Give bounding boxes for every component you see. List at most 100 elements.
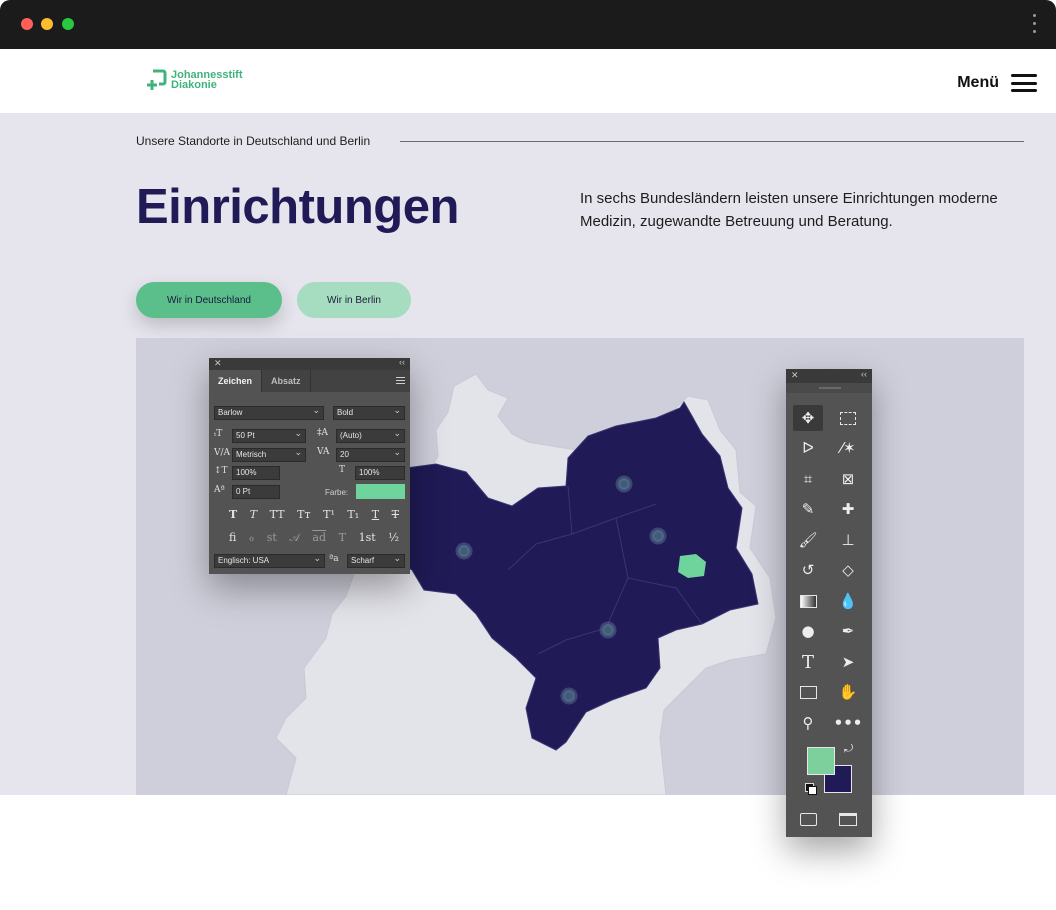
swash-button[interactable]: 𝒜 [289, 531, 299, 545]
tab-absatz[interactable]: Absatz [262, 370, 311, 392]
gradient-icon[interactable] [793, 588, 823, 614]
menu-toggle[interactable]: Menü [957, 74, 1037, 92]
type-icon[interactable]: T [793, 649, 823, 675]
contextual-alternates-button[interactable]: ℴ [249, 531, 254, 545]
ordinals-button[interactable]: 1st [359, 531, 376, 545]
faux-italic-button[interactable]: T [250, 508, 257, 521]
pen-icon[interactable]: ✒ [833, 618, 863, 644]
font-family-select[interactable]: Barlow [214, 406, 324, 420]
more-options-icon[interactable] [1032, 14, 1036, 36]
font-size-field[interactable]: 50 Pt [232, 429, 306, 443]
panel-menu-icon[interactable] [396, 377, 405, 386]
subscript-button[interactable]: T₁ [347, 508, 359, 521]
zoom-icon[interactable]: ⚲ [793, 710, 823, 736]
all-caps-button[interactable]: TT [270, 508, 285, 521]
move-icon[interactable]: ✥ [793, 405, 823, 431]
tab-wir-in-berlin[interactable]: Wir in Berlin [297, 282, 411, 318]
crop-icon[interactable]: ⌗ [793, 466, 823, 492]
tools-panel[interactable]: ✕ ‹‹ ✥ ᐅ ⁄✶ ⌗ ⊠ ✎ ✚ 🖌 ⊥ ↺ ◇ 💧 ● ✒ T ➤ ✋ … [786, 369, 872, 837]
superscript-button[interactable]: T¹ [323, 508, 335, 521]
tracking-field[interactable]: 20 [336, 448, 405, 462]
map-pin[interactable] [455, 542, 473, 560]
language-select[interactable]: Englisch: USA [214, 554, 325, 568]
panel-tabs: Zeichen Absatz [209, 370, 410, 392]
horizontal-scale-icon: T [339, 465, 346, 475]
kicker-divider [400, 141, 1024, 142]
map-pin[interactable] [560, 687, 578, 705]
more-icon[interactable]: ••• [833, 710, 863, 736]
stamp-icon[interactable]: ⊥ [833, 527, 863, 553]
ligatures-button[interactable]: fi [229, 531, 236, 545]
foreground-color-swatch[interactable] [807, 747, 835, 775]
opentype-glyph-row: fi ℴ st 𝒜 ad T 1st ½ [229, 531, 399, 545]
default-colors-icon-white [808, 786, 817, 795]
quick-mask-icon[interactable] [793, 806, 823, 832]
dodge-icon[interactable]: ● [793, 618, 823, 644]
swap-colors-icon[interactable]: ⤾ [844, 743, 853, 756]
tools-titlebar: ✕ ‹‹ [786, 369, 872, 383]
frame-icon[interactable]: ⊠ [833, 466, 863, 492]
kerning-field[interactable]: Metrisch [232, 448, 306, 462]
tools-drag-handle[interactable] [786, 383, 872, 393]
brush-icon[interactable]: 🖌 [793, 527, 823, 553]
history-brush-icon[interactable]: ↺ [793, 557, 823, 583]
character-panel[interactable]: ✕ ‹‹ Zeichen Absatz Barlow Bold ₜT 50 Pt… [209, 357, 410, 574]
locations-section: Unsere Standorte in Deutschland und Berl… [0, 113, 1056, 795]
tracking-icon: VA [317, 447, 330, 457]
vertical-scale-field[interactable]: 100% [232, 466, 280, 480]
horizontal-scale-field[interactable]: 100% [355, 466, 405, 480]
minimize-window-button[interactable] [41, 18, 53, 30]
panel-collapse-icon[interactable]: ‹‹ [399, 357, 405, 367]
tools-close-icon[interactable]: ✕ [791, 370, 799, 381]
panel-close-icon[interactable]: ✕ [214, 358, 222, 369]
maximize-window-button[interactable] [62, 18, 74, 30]
text-color-swatch[interactable] [356, 484, 405, 499]
lasso-icon[interactable]: ᐅ [793, 435, 823, 461]
panel-titlebar: ✕ ‹‹ [209, 357, 410, 370]
logo-line-2: Diakonie [171, 79, 217, 91]
magic-wand-icon[interactable]: ⁄✶ [833, 435, 863, 461]
strikethrough-button[interactable]: T [392, 508, 399, 521]
font-size-icon: ₜT [214, 429, 223, 439]
eraser-icon[interactable]: ◇ [833, 557, 863, 583]
close-window-button[interactable] [21, 18, 33, 30]
screen-mode-icon[interactable] [833, 806, 863, 832]
leading-icon: ‡A [317, 428, 328, 438]
page-title: Einrichtungen [136, 180, 459, 234]
leading-field[interactable]: (Auto) [336, 429, 405, 443]
fractions-button[interactable]: ½ [388, 531, 399, 545]
titling-alternates-button[interactable]: T [339, 531, 346, 545]
tools-collapse-icon[interactable]: ‹‹ [861, 369, 867, 379]
marquee-icon[interactable] [833, 405, 863, 431]
logo-cross-icon [147, 69, 167, 90]
stylistic-alternates-button[interactable]: ad [312, 531, 326, 545]
map-pin[interactable] [599, 621, 617, 639]
small-caps-button[interactable]: Tт [297, 508, 310, 521]
underline-button[interactable]: T [372, 508, 379, 521]
eyedropper-icon[interactable]: ✎ [793, 496, 823, 522]
baseline-shift-icon: Aª [214, 485, 225, 495]
faux-bold-button[interactable]: T [229, 508, 237, 521]
path-select-icon[interactable]: ➤ [833, 649, 863, 675]
kerning-icon: V/A [214, 448, 231, 458]
vertical-scale-icon: ↕T [214, 466, 228, 476]
tab-wir-in-deutschland[interactable]: Wir in Deutschland [136, 282, 282, 318]
rectangle-icon[interactable] [793, 679, 823, 705]
color-label: Farbe: [325, 488, 349, 497]
font-style-select[interactable]: Bold [333, 406, 405, 420]
map-pin[interactable] [615, 475, 633, 493]
discretionary-ligatures-button[interactable]: st [267, 531, 277, 545]
antialias-icon: ªa [329, 554, 339, 564]
lead-text: In sechs Bundesländern leisten unsere Ei… [580, 190, 998, 230]
hand-icon[interactable]: ✋ [833, 679, 863, 705]
map-pin[interactable] [649, 527, 667, 545]
baseline-shift-field[interactable]: 0 Pt [232, 485, 280, 499]
menu-label: Menü [957, 74, 999, 91]
tab-zeichen[interactable]: Zeichen [209, 370, 263, 392]
antialias-select[interactable]: Scharf [347, 554, 405, 568]
logo-text: Johannesstift Diakonie [171, 70, 243, 91]
logo[interactable]: Johannesstift Diakonie [145, 68, 243, 92]
healing-brush-icon[interactable]: ✚ [833, 496, 863, 522]
blur-icon[interactable]: 💧 [833, 588, 863, 614]
hamburger-icon [1011, 74, 1037, 92]
